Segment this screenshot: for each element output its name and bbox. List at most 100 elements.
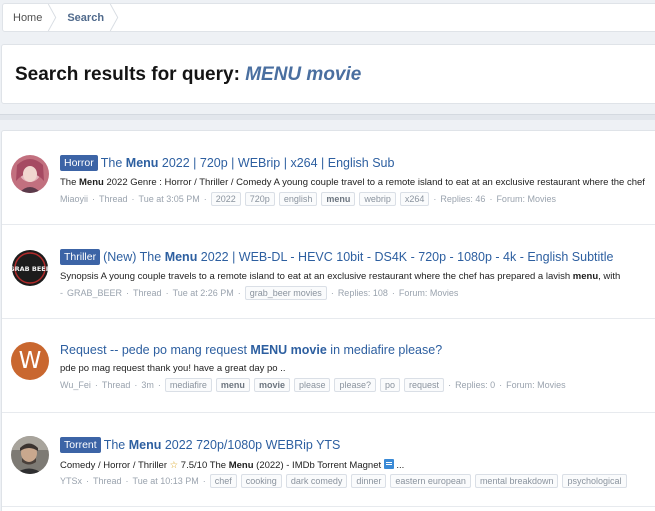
meta-separator: · (202, 476, 206, 486)
tag-link[interactable]: please? (334, 378, 377, 392)
result-snippet: Comedy / Horror / Thriller ☆ 7.5/10 The … (60, 459, 404, 471)
content-type: Thread (99, 194, 128, 204)
tag-link[interactable]: chef (209, 474, 237, 488)
title-text: (New) The (103, 250, 165, 264)
meta-separator: · (203, 194, 207, 204)
breadcrumb-separator-icon (109, 4, 119, 31)
title-text: 2022 | 720p | WEBrip | x264 | English Su… (158, 156, 395, 170)
meta-separator: · (433, 194, 437, 204)
author-link[interactable]: Miaoyii (60, 194, 88, 204)
page-title-prefix: Search results for query: (15, 64, 246, 85)
author-link[interactable]: GRAB_BEER (67, 288, 122, 298)
snippet-highlight: Menu (228, 460, 254, 471)
breadcrumb-search-link[interactable]: Search (57, 4, 119, 31)
star-icon: ☆ (169, 460, 179, 471)
tag-link[interactable]: mediafire (164, 378, 212, 392)
breadcrumb: Home Search (2, 3, 655, 32)
result-title-link[interactable]: Thriller (New) The Menu 2022 | WEB-DL - H… (60, 249, 614, 265)
tag-link[interactable]: cooking (240, 474, 282, 488)
tag-link[interactable]: 2022 (210, 192, 241, 206)
thread-prefix-badge[interactable]: Thriller (60, 249, 101, 265)
avatar[interactable]: W (11, 342, 49, 380)
page-title: Search results for query: MENU movie (15, 64, 361, 86)
result-title-link[interactable]: Request -- pede po mang request MENU mov… (60, 343, 442, 357)
snippet-text: (2022) - IMDb Torrent Magnet (253, 460, 384, 471)
breadcrumb-separator-icon (48, 4, 57, 31)
tag-link[interactable]: dark comedy (285, 474, 348, 488)
search-results-list: Horror The Menu 2022 | 720p | WEBrip | x2… (1, 130, 655, 511)
snippet-text: ... (393, 460, 405, 471)
title-highlight: Menu (125, 156, 159, 170)
post-time: Tue at 2:26 PM (172, 288, 234, 298)
post-time: 3m (141, 380, 154, 390)
forum-link[interactable]: Forum: Movies (506, 380, 566, 390)
avatar-photo-icon (11, 436, 49, 474)
replies-count: Replies: 46 (440, 194, 486, 204)
meta-separator: - (60, 288, 63, 298)
title-highlight: Menu (164, 250, 198, 264)
tag-link[interactable]: eastern european (390, 474, 471, 488)
meta-separator: · (126, 288, 130, 298)
result-title-link[interactable]: Horror The Menu 2022 | 720p | WEBrip | x2… (60, 155, 394, 171)
tv-icon (383, 459, 394, 469)
meta-separator: · (499, 380, 503, 390)
title-text: 2022 720p/1080p WEBRip YTS (161, 438, 341, 452)
snippet-text: The (60, 177, 80, 188)
avatar-grab-beer-icon: GRAB BEER (11, 249, 49, 287)
tag-link[interactable]: movie (253, 378, 290, 392)
search-result-item: Horror The Menu 2022 | 720p | WEBrip | x2… (2, 131, 655, 225)
author-link[interactable]: Wu_Fei (60, 380, 91, 390)
meta-separator: · (391, 288, 395, 298)
snippet-text: , with (598, 271, 621, 282)
meta-separator: · (448, 380, 452, 390)
tag-link[interactable]: menu (215, 378, 250, 392)
author-link[interactable]: YTSx (60, 476, 82, 486)
tag-link[interactable]: english (278, 192, 318, 206)
title-text: in mediafire please? (326, 343, 443, 357)
tag-link[interactable]: 720p (244, 192, 275, 206)
tag-link[interactable]: po (380, 378, 401, 392)
avatar-letter: W (18, 348, 42, 374)
meta-separator: · (86, 476, 90, 486)
result-snippet: The Menu 2022 Genre : Horror / Thriller … (60, 177, 645, 188)
meta-separator: · (134, 380, 138, 390)
forum-link[interactable]: Forum: Movies (399, 288, 459, 298)
result-meta: YTSx · Thread · Tue at 10:13 PM · chef cook… (60, 474, 627, 488)
tag-link[interactable]: x264 (399, 192, 430, 206)
avatar-logo-text: GRAB BEER (11, 265, 49, 273)
breadcrumb-home-link[interactable]: Home (3, 4, 57, 31)
avatar[interactable] (11, 155, 49, 193)
snippet-text: 7.5/10 The (178, 460, 229, 471)
post-time: Tue at 3:05 PM (138, 194, 200, 204)
content-type: Thread (133, 288, 162, 298)
title-text: 2022 | WEB-DL - HEVC 10bit - DS4K - 720p… (197, 250, 614, 264)
meta-separator: · (165, 288, 169, 298)
snippet-highlight: Menu (79, 177, 104, 188)
tag-link[interactable]: please (293, 378, 331, 392)
tag-link[interactable]: mental breakdown (474, 474, 559, 488)
tag-link[interactable]: webrip (359, 192, 396, 206)
forum-link[interactable]: Forum: Movies (496, 194, 556, 204)
meta-separator: · (157, 380, 161, 390)
snippet-text: Synopsis A young couple travels to a rem… (60, 271, 573, 282)
result-meta: Wu_Fei · Thread · 3m · mediafire menu movie… (60, 378, 566, 392)
search-result-item: GRAB BEER Thriller (New) The Menu 2022 | … (2, 225, 655, 319)
tag-link[interactable]: request (404, 378, 445, 392)
title-text: The (103, 438, 129, 452)
snippet-text: pde po mag request thank you! have a gre… (60, 363, 286, 374)
result-title-link[interactable]: Torrent The Menu 2022 720p/1080p WEBRip Y… (60, 437, 340, 453)
title-highlight: MENU movie (250, 343, 327, 357)
avatar[interactable]: GRAB BEER (11, 249, 49, 287)
search-result-item: W Request -- pede po mang request MENU m… (2, 319, 655, 413)
content-type: Thread (101, 380, 131, 390)
breadcrumb-home-label: Home (13, 11, 43, 24)
tag-link[interactable]: menu (321, 192, 356, 206)
tag-link[interactable]: grab_beer movies (244, 286, 327, 300)
replies-count: Replies: 108 (337, 288, 388, 298)
tag-link[interactable]: dinner (351, 474, 387, 488)
thread-prefix-badge[interactable]: Horror (60, 155, 98, 171)
thread-prefix-badge[interactable]: Torrent (60, 437, 101, 453)
title-text: The (100, 156, 126, 170)
tag-link[interactable]: psychological (562, 474, 627, 488)
avatar[interactable] (11, 436, 49, 474)
